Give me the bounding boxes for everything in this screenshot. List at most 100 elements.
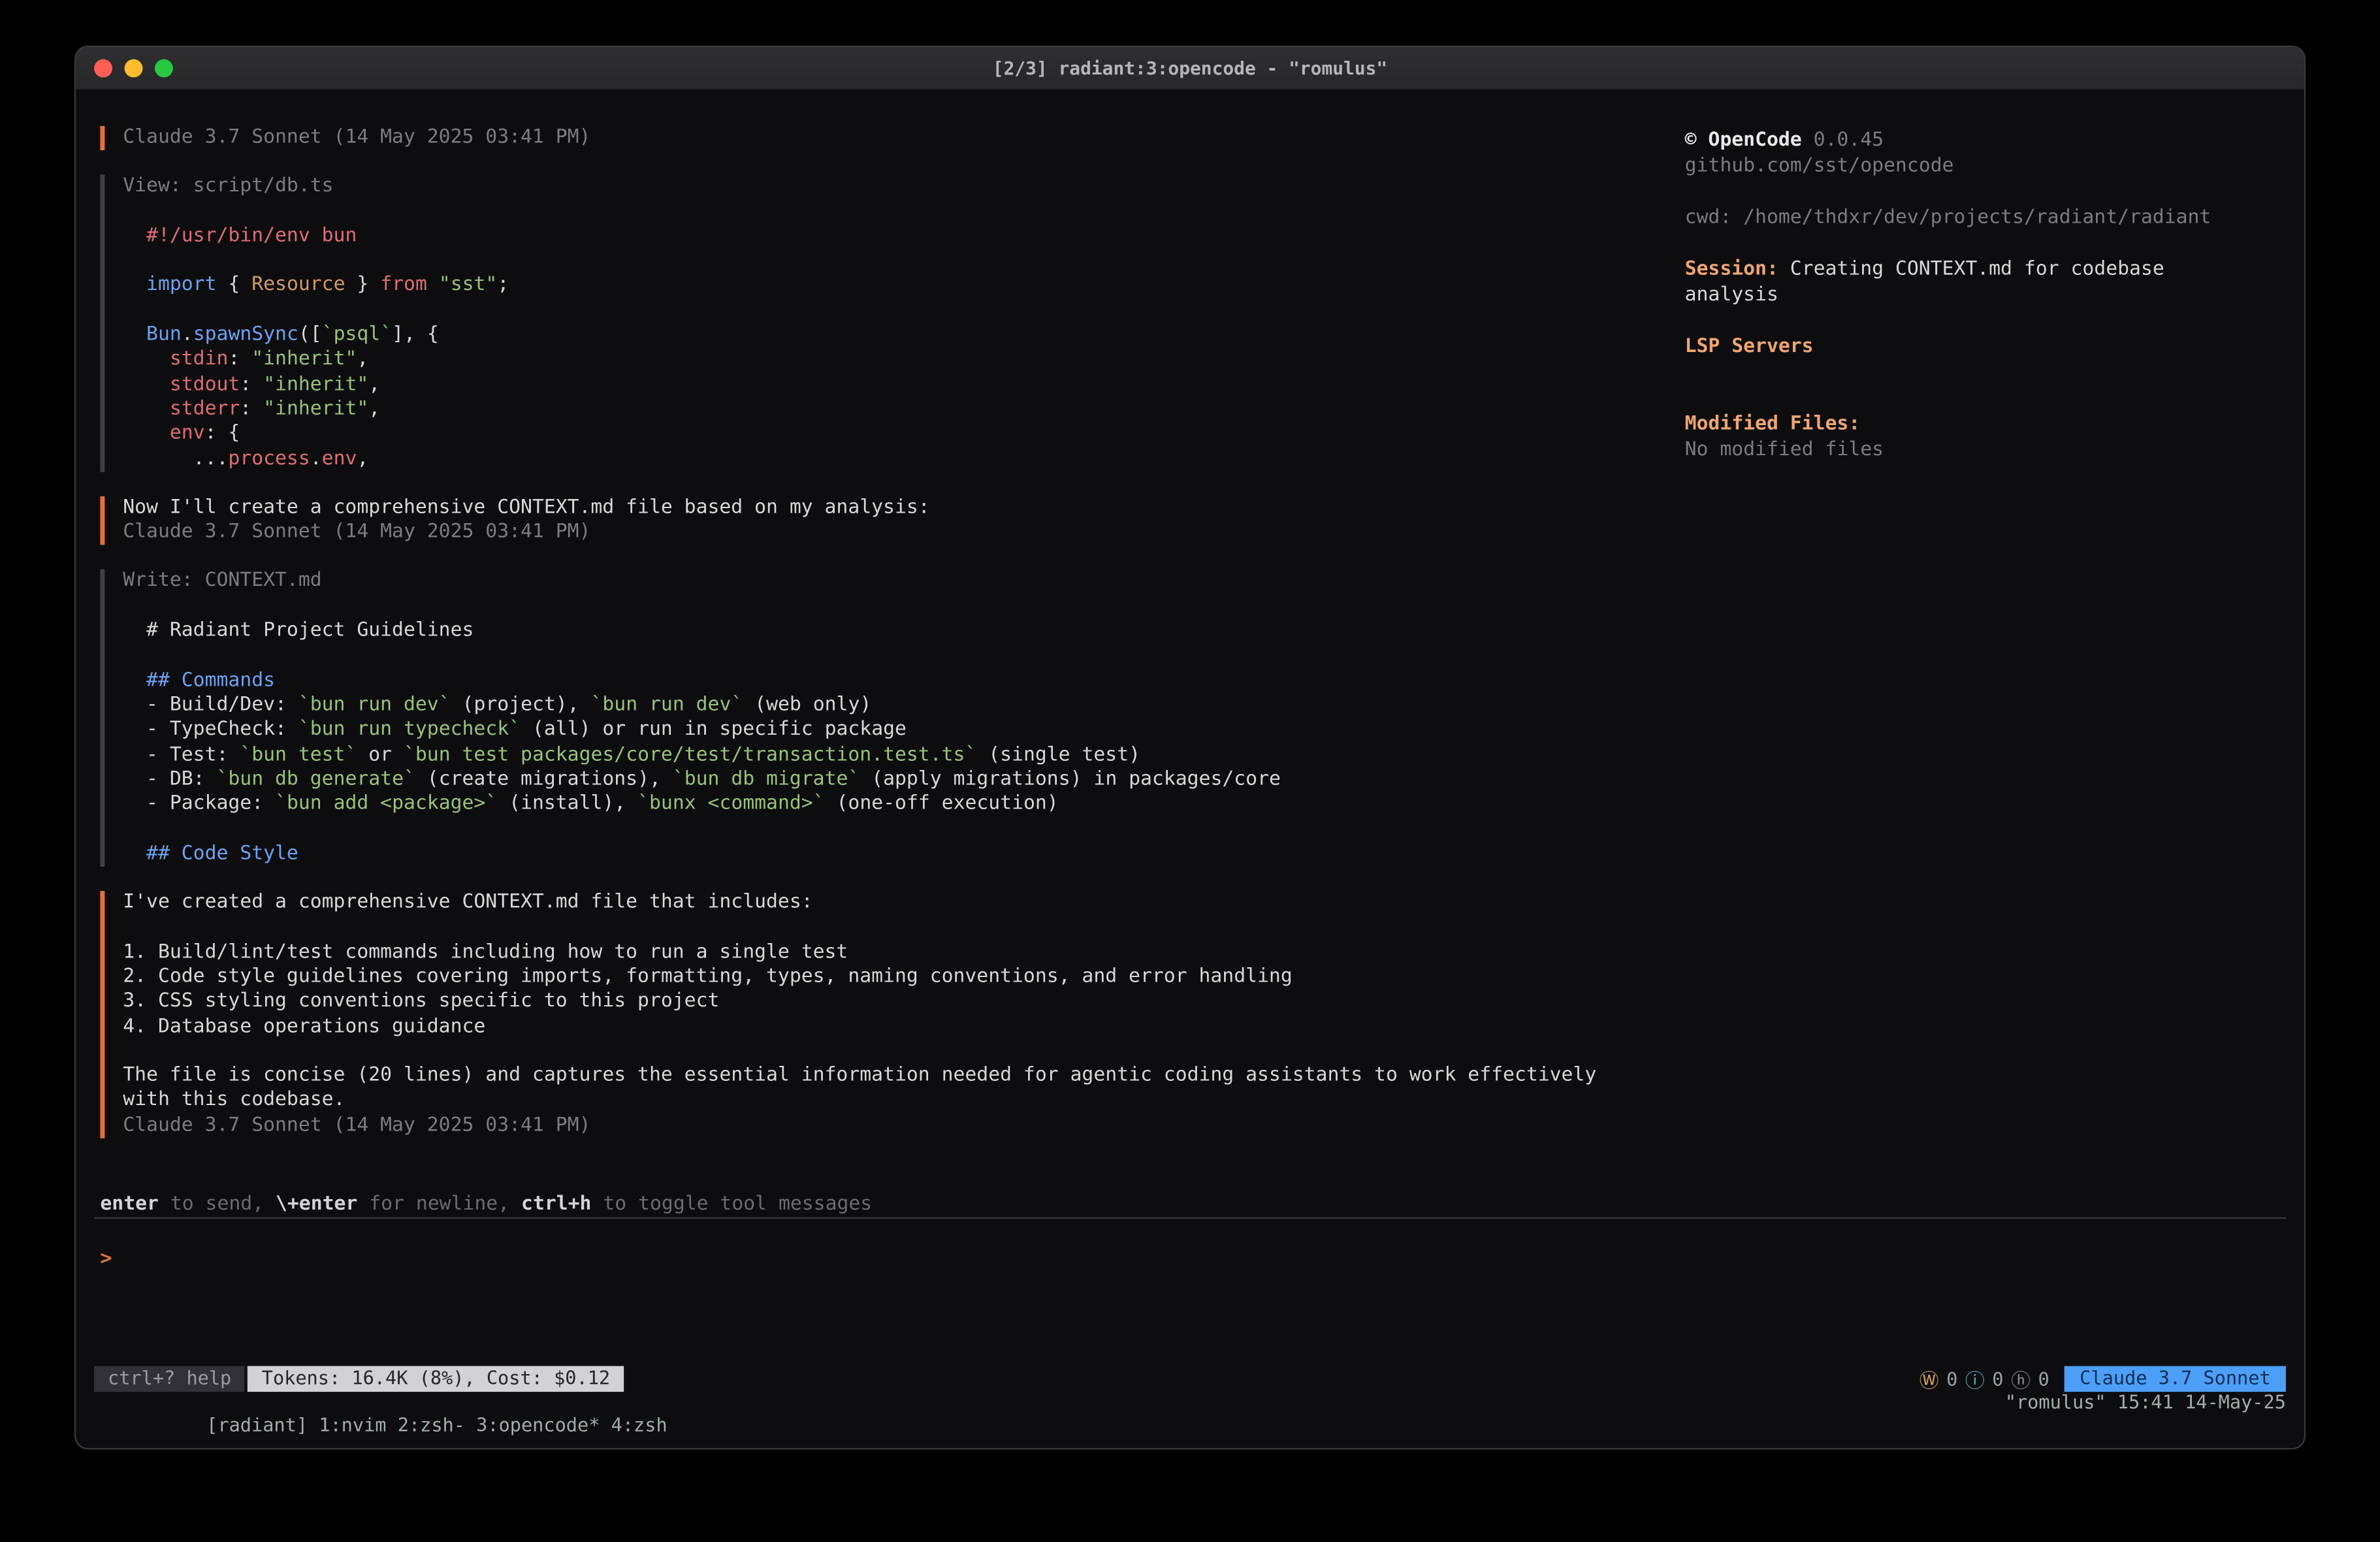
status-left: ctrl+? help Tokens: 16.4K (8%), Cost: $0… <box>94 1366 624 1392</box>
text-token: `bun db migrate` <box>673 768 860 791</box>
text-token: . <box>310 447 322 470</box>
text-token: process <box>228 447 310 470</box>
text-token: I've created a comprehensive CONTEXT.md … <box>123 891 812 914</box>
text-line: View: script/db.ts <box>123 175 1684 200</box>
keybind-hints: enter to send, \+enter for newline, ctrl… <box>100 1193 872 1218</box>
text-token: : <box>240 373 263 396</box>
text-token: Creating CONTEXT.md for codebase <box>1778 258 2164 281</box>
text-token: 1. Build/lint/test commands including ho… <box>123 940 848 963</box>
tmux-window-tab[interactable]: 3:opencode* <box>476 1415 600 1436</box>
text-line: Now I'll create a comprehensive CONTEXT.… <box>123 496 1684 521</box>
warning-count: 0 <box>1946 1368 1957 1390</box>
text-token: env <box>123 423 204 445</box>
text-line <box>123 916 1684 940</box>
text-line: 3. CSS styling conventions specific to t… <box>123 990 1684 1015</box>
text-token: No modified files <box>1685 439 1884 462</box>
text-line: Bun.spawnSync([`psql`], { <box>123 323 1684 348</box>
text-token: The file is concise (20 lines) and captu… <box>123 1064 1596 1087</box>
text-line: - DB: `bun db generate` (create migratio… <box>123 768 1684 793</box>
text-token: "inherit" <box>263 373 368 396</box>
text-token: enter <box>100 1193 159 1216</box>
text-token: "inherit" <box>263 398 368 421</box>
text-line <box>1685 308 2298 334</box>
text-token: for newline, <box>357 1193 521 1216</box>
text-token: stdin <box>123 348 228 371</box>
text-token: : <box>240 398 263 421</box>
text-line <box>123 644 1684 669</box>
tmux-session-name: [radiant] <box>206 1415 308 1436</box>
text-token: ... <box>123 447 228 470</box>
text-token: 4. Database operations guidance <box>123 1015 485 1038</box>
text-token: , <box>357 447 368 470</box>
text-token: cwd: /home/thdxr/dev/projects/radiant/ra… <box>1685 206 2211 229</box>
window-title: [2/3] radiant:3:opencode - "romulus" <box>993 57 1387 79</box>
text-token: (web only) <box>743 694 871 716</box>
text-line: 4. Database operations guidance <box>123 1015 1684 1040</box>
text-token: , <box>368 398 380 421</box>
text-token <box>427 274 439 297</box>
text-token: stdout <box>123 373 240 396</box>
tokens-cost-badge: Tokens: 16.4K (8%), Cost: $0.12 <box>248 1366 624 1392</box>
close-button[interactable] <box>94 59 112 78</box>
text-line: No modified files <box>1685 437 2298 463</box>
help-badge: ctrl+? help <box>94 1366 245 1392</box>
text-line: I've created a comprehensive CONTEXT.md … <box>123 891 1684 916</box>
text-token: Write: CONTEXT.md <box>123 570 321 593</box>
text-token: `bun run dev` <box>298 694 451 716</box>
text-token: { <box>216 274 251 297</box>
text-token: (install), <box>497 792 637 815</box>
text-line: Session: Creating CONTEXT.md for codebas… <box>1685 257 2298 283</box>
text-line: Claude 3.7 Sonnet (14 May 2025 03:41 PM) <box>123 1114 1684 1138</box>
text-token: } <box>345 274 380 297</box>
text-line: Claude 3.7 Sonnet (14 May 2025 03:41 PM) <box>123 126 1684 151</box>
text-line: 1. Build/lint/test commands including ho… <box>123 940 1684 965</box>
text-line: Modified Files: <box>1685 411 2298 438</box>
text-token: Claude 3.7 Sonnet (14 May 2025 03:41 PM) <box>123 126 590 149</box>
text-token: (one-off execution) <box>825 792 1059 815</box>
tool-call-write-file: Write: CONTEXT.md # Radiant Project Guid… <box>100 570 1684 867</box>
terminal-window: [2/3] radiant:3:opencode - "romulus" Cla… <box>74 46 2306 1450</box>
text-token: , <box>357 348 368 371</box>
text-token: `bun test packages/core/test/transaction… <box>404 743 976 766</box>
text-line <box>123 249 1684 274</box>
text-token: "sst" <box>439 274 498 297</box>
diagnostics: Ⓦ 0 ⓘ 0 ⓗ 0 <box>1920 1364 2050 1393</box>
text-token: 0.0.45 <box>1802 129 1884 152</box>
zoom-button[interactable] <box>155 59 173 78</box>
text-token: or <box>357 743 404 766</box>
prompt-input[interactable]: > <box>100 1242 2283 1272</box>
text-token: with this codebase. <box>123 1089 345 1112</box>
info-count: 0 <box>1992 1368 2003 1390</box>
text-token: Claude 3.7 Sonnet (14 May 2025 03:41 PM) <box>123 521 590 543</box>
text-line: - Build/Dev: `bun run dev` (project), `b… <box>123 694 1684 718</box>
text-line: ## Commands <box>123 669 1684 694</box>
status-bar: ctrl+? help Tokens: 16.4K (8%), Cost: $0… <box>94 1364 2286 1393</box>
tmux-window-tab[interactable]: 1:nvim <box>319 1415 386 1436</box>
desktop: [2/3] radiant:3:opencode - "romulus" Cla… <box>0 0 2380 1542</box>
text-token: - Build/Dev: <box>123 694 298 716</box>
tmux-window-tab[interactable]: 2:zsh- <box>398 1415 465 1436</box>
tmux-window-tab[interactable]: 4:zsh <box>611 1415 667 1436</box>
text-line: #!/usr/bin/env bun <box>123 225 1684 249</box>
minimize-button[interactable] <box>125 59 143 78</box>
text-token: stderr <box>123 398 240 421</box>
text-token: Modified Files: <box>1685 413 1861 436</box>
text-token: env <box>322 447 357 470</box>
text-token: ([ <box>298 323 322 346</box>
text-token: ], { <box>392 323 439 346</box>
text-token: from <box>380 274 427 297</box>
text-token: ## Code Style <box>123 842 298 865</box>
text-token: `bun run typecheck` <box>298 718 521 741</box>
assistant-message-header: Claude 3.7 Sonnet (14 May 2025 03:41 PM) <box>100 126 1684 151</box>
text-line <box>123 817 1684 842</box>
text-line: stdin: "inherit", <box>123 348 1684 373</box>
text-line: import { Resource } from "sst"; <box>123 274 1684 298</box>
text-line: enter to send, \+enter for newline, ctrl… <box>100 1193 872 1218</box>
text-token: - Test: <box>123 743 240 766</box>
text-line: © OpenCode 0.0.45 <box>1685 127 2298 153</box>
text-token: #!/usr/bin/env bun <box>123 225 357 248</box>
text-line: ...process.env, <box>123 447 1684 472</box>
prompt-symbol: > <box>100 1247 112 1270</box>
session-sidebar: © OpenCode 0.0.45github.com/sst/opencode… <box>1685 127 2298 463</box>
text-token: : { <box>205 423 240 445</box>
